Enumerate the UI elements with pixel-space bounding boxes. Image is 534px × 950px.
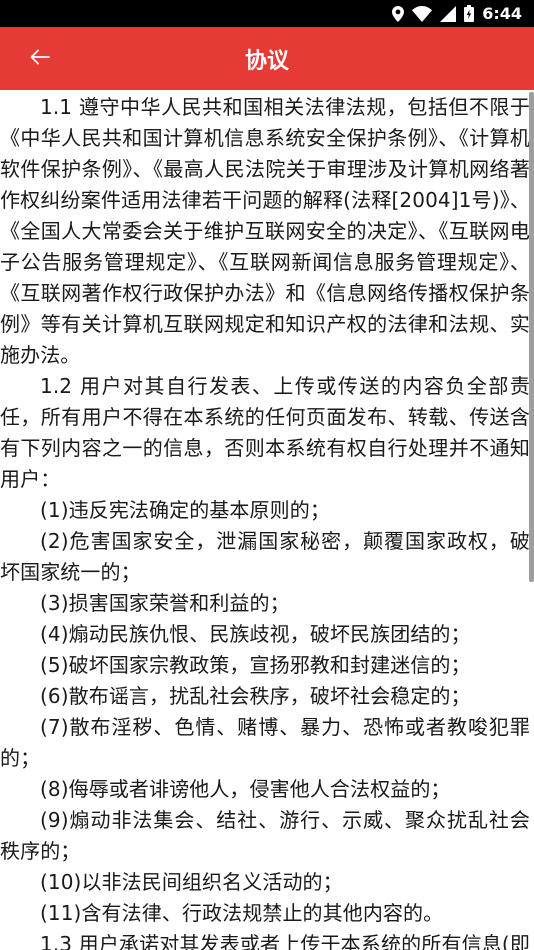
agreement-paragraph: (2)危害国家安全，泄漏国家秘密，颠覆国家政权，破坏国家统一的；: [0, 529, 530, 584]
agreement-content[interactable]: 1.1 遵守中华人民共和国相关法律法规，包括但不限于《中华人民共和国计算机信息系…: [0, 90, 534, 950]
agreement-paragraph: 1.3 用户承诺对其发表或者上传于本系统的所有信息(即属于《中华人民共和国著作权…: [40, 932, 530, 950]
scrollbar[interactable]: [529, 92, 534, 582]
back-button[interactable]: [16, 39, 64, 79]
agreement-paragraph: (10)以非法民间组织名义活动的；: [40, 870, 343, 894]
agreement-paragraph: (8)侮辱或者诽谤他人，侵害他人合法权益的；: [40, 777, 451, 801]
agreement-paragraph: (5)破坏国家宗教政策，宣扬邪教和封建迷信的；: [40, 653, 471, 677]
agreement-paragraph: (9)煽动非法集会、结社、游行、示威、聚众扰乱社会秩序的；: [0, 808, 530, 863]
status-time: 6:44: [482, 4, 522, 23]
agreement-paragraph: (3)损害国家荣誉和利益的；: [40, 591, 290, 615]
wifi-icon: [412, 5, 433, 22]
page-title: 协议: [244, 48, 289, 74]
battery-icon: [464, 5, 475, 22]
agreement-paragraph: (6)散布谣言，扰乱社会秩序，破坏社会稳定的；: [40, 684, 471, 708]
agreement-paragraph: (1)违反宪法确定的基本原则的；: [40, 498, 330, 522]
agreement-paragraph: (11)含有法律、行政法规禁止的其他内容的。: [40, 901, 444, 925]
agreement-paragraph: (7)散布淫秽、色情、赌博、暴力、恐怖或者教唆犯罪的；: [0, 715, 530, 770]
arrow-left-icon: [30, 49, 50, 69]
agreement-paragraph: 1.2 用户对其自行发表、上传或传送的内容负全部责任，所有用户不得在本系统的任何…: [0, 374, 530, 491]
status-bar: 6:44: [0, 0, 534, 27]
agreement-paragraph: 1.1 遵守中华人民共和国相关法律法规，包括但不限于《中华人民共和国计算机信息系…: [0, 95, 530, 367]
location-icon: [392, 5, 405, 22]
app-bar: 协议: [0, 27, 534, 90]
signal-icon: [440, 5, 457, 22]
agreement-paragraph: (4)煽动民族仇恨、民族歧视，破坏民族团结的；: [40, 622, 471, 646]
